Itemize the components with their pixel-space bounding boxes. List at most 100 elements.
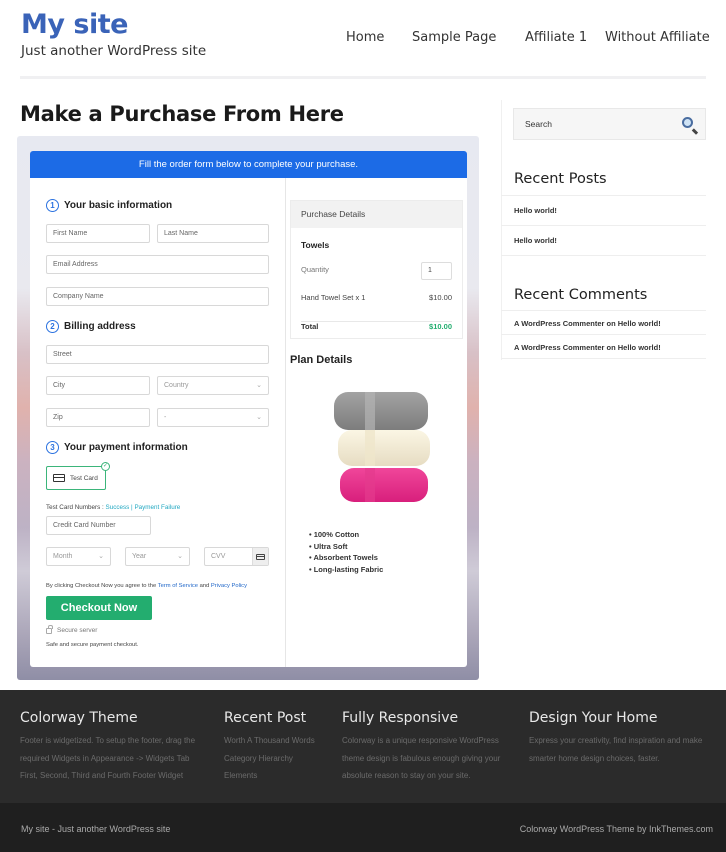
search-placeholder: Search bbox=[525, 119, 552, 129]
footer-theme-credit[interactable]: Colorway WordPress Theme by InkThemes.co… bbox=[520, 824, 713, 834]
footer-post-link[interactable]: Category Hierarchy bbox=[224, 750, 315, 768]
last-name-input[interactable]: Last Name bbox=[157, 224, 269, 243]
agreement-text: By clicking Checkout Now you agree to th… bbox=[46, 583, 247, 589]
step-billing: 2 Billing address bbox=[46, 320, 136, 333]
step-number-icon: 2 bbox=[46, 320, 59, 333]
credit-card-icon bbox=[53, 474, 65, 482]
footer-col-text: Express your creativity, find inspiratio… bbox=[529, 736, 703, 745]
test-card-numbers: Test Card Numbers : Success | Payment Fa… bbox=[46, 504, 180, 511]
feature-item: Absorbent Towels bbox=[309, 552, 383, 564]
page-title: Make a Purchase From Here bbox=[20, 102, 344, 126]
footer-col-text: absolute reason to stay on your site. bbox=[342, 771, 471, 780]
recent-post-link[interactable]: Hello world! bbox=[514, 236, 557, 245]
nav-without-affiliate[interactable]: Without Affiliate bbox=[605, 30, 710, 45]
chevron-down-icon: ⌄ bbox=[256, 414, 262, 421]
purchase-details-header: Purchase Details bbox=[291, 201, 462, 228]
cvv-card-icon bbox=[252, 548, 268, 565]
recent-comments-title: Recent Comments bbox=[514, 287, 648, 303]
form-banner: Fill the order form below to complete yo… bbox=[30, 151, 467, 178]
state-select-value: - bbox=[164, 414, 167, 421]
footer-post-link[interactable]: Elements bbox=[224, 767, 315, 785]
check-icon: ✓ bbox=[101, 462, 110, 471]
test-success-link[interactable]: Success bbox=[106, 504, 130, 511]
feature-item: Ultra Soft bbox=[309, 541, 383, 553]
header-divider bbox=[20, 76, 706, 79]
feature-item: 100% Cotton bbox=[309, 529, 383, 541]
pink-towel bbox=[340, 468, 428, 502]
step-number-icon: 3 bbox=[46, 441, 59, 454]
footer-col-text: Footer is widgetized. To setup the foote… bbox=[20, 736, 196, 745]
footer-col-title: Fully Responsive bbox=[342, 710, 459, 726]
country-select[interactable]: Country ⌄ bbox=[157, 376, 269, 395]
plan-features: 100% Cotton Ultra Soft Absorbent Towels … bbox=[309, 529, 383, 575]
divider bbox=[501, 195, 706, 196]
state-select[interactable]: - ⌄ bbox=[157, 408, 269, 427]
chevron-down-icon: ⌄ bbox=[98, 553, 104, 560]
payment-method-label: Test Card bbox=[70, 474, 98, 482]
test-failure-link[interactable]: Payment Failure bbox=[134, 504, 180, 511]
column-divider bbox=[285, 178, 286, 667]
footer-col-title: Recent Post bbox=[224, 710, 307, 726]
street-input[interactable]: Street bbox=[46, 345, 269, 364]
nav-affiliate-1[interactable]: Affiliate 1 bbox=[525, 30, 587, 45]
chevron-down-icon: ⌄ bbox=[256, 382, 262, 389]
line-item: Hand Towel Set x 1 $10.00 bbox=[301, 293, 452, 302]
safe-checkout-text: Safe and secure payment checkout. bbox=[46, 642, 139, 648]
recent-posts-title: Recent Posts bbox=[514, 171, 607, 187]
footer-widgets: Colorway Theme Footer is widgetized. To … bbox=[0, 690, 726, 803]
footer-col-text: Colorway is a unique responsive WordPres… bbox=[342, 736, 499, 745]
footer-col-title: Design Your Home bbox=[529, 710, 658, 726]
privacy-link[interactable]: Privacy Policy bbox=[211, 583, 247, 589]
cvv-input[interactable]: CVV bbox=[204, 547, 269, 566]
company-input[interactable]: Company Name bbox=[46, 287, 269, 306]
year-select-value: Year bbox=[132, 553, 147, 560]
towels-image bbox=[334, 392, 430, 502]
first-name-input[interactable]: First Name bbox=[46, 224, 150, 243]
recent-comment-link[interactable]: A WordPress Commenter on Hello world! bbox=[514, 319, 661, 328]
total-label: Total bbox=[301, 322, 319, 331]
recent-post-link[interactable]: Hello world! bbox=[514, 206, 557, 215]
agreement-prefix: By clicking Checkout Now you agree to th… bbox=[46, 583, 158, 589]
nav-sample-page[interactable]: Sample Page bbox=[412, 30, 496, 45]
search-input[interactable]: Search bbox=[513, 108, 706, 140]
plan-details-title: Plan Details bbox=[290, 354, 353, 366]
footer-site-info: My site - Just another WordPress site bbox=[21, 824, 171, 834]
feature-item: Long-lasting Fabric bbox=[309, 564, 384, 576]
chevron-down-icon: ⌄ bbox=[177, 553, 183, 560]
country-select-value: Country bbox=[164, 382, 189, 389]
cream-towel bbox=[338, 430, 430, 466]
step-number-icon: 1 bbox=[46, 199, 59, 212]
nav-home[interactable]: Home bbox=[346, 30, 384, 45]
payment-method-test-card[interactable]: Test Card ✓ bbox=[46, 462, 110, 490]
search-icon[interactable] bbox=[682, 117, 693, 128]
sidebar-border bbox=[501, 100, 502, 360]
footer-col-text: smarter home design choices, faster. bbox=[529, 753, 660, 763]
year-select[interactable]: Year ⌄ bbox=[125, 547, 190, 566]
purchase-details: Purchase Details Towels Quantity 1 Hand … bbox=[290, 200, 463, 339]
month-select[interactable]: Month ⌄ bbox=[46, 547, 111, 566]
footer-col-design-home: Design Your Home Express your creativity… bbox=[529, 710, 702, 767]
footer-col-text: theme design is fabulous enough giving y… bbox=[342, 753, 501, 763]
divider bbox=[501, 334, 706, 335]
agreement-and: and bbox=[198, 583, 211, 589]
footer-post-link[interactable]: Worth A Thousand Words bbox=[224, 732, 315, 750]
recent-comment-link[interactable]: A WordPress Commenter on Hello world! bbox=[514, 343, 661, 352]
footer-bottom-bar: My site - Just another WordPress site Co… bbox=[0, 803, 726, 852]
terms-link[interactable]: Term of Service bbox=[158, 583, 198, 589]
footer-col-colorway: Colorway Theme Footer is widgetized. To … bbox=[20, 710, 195, 785]
city-input[interactable]: City bbox=[46, 376, 150, 395]
total-value: $10.00 bbox=[429, 322, 452, 331]
order-form: Fill the order form below to complete yo… bbox=[30, 151, 467, 667]
email-input[interactable]: Email Address bbox=[46, 255, 269, 274]
quantity-input[interactable]: 1 bbox=[421, 262, 452, 280]
checkout-now-button[interactable]: Checkout Now bbox=[46, 596, 152, 620]
divider bbox=[501, 255, 706, 256]
step-label: Billing address bbox=[64, 321, 136, 332]
line-item-price: $10.00 bbox=[429, 293, 452, 302]
footer-col-title: Colorway Theme bbox=[20, 710, 138, 726]
grey-towel bbox=[334, 392, 428, 430]
card-number-input[interactable]: Credit Card Number bbox=[46, 516, 151, 535]
zip-input[interactable]: Zip bbox=[46, 408, 150, 427]
product-name: Towels bbox=[301, 240, 330, 250]
month-select-value: Month bbox=[53, 553, 73, 560]
